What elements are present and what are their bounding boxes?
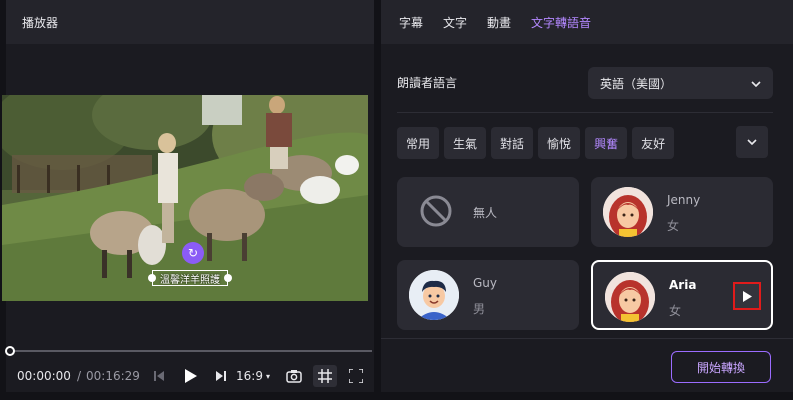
jenny-avatar bbox=[603, 187, 653, 237]
aspect-ratio-value: 16:9 bbox=[236, 369, 263, 383]
player-controls: 00:00:00 / 00:16:29 16:9 ▾ bbox=[6, 362, 374, 390]
chip-cheerful[interactable]: 愉悅 bbox=[538, 127, 581, 159]
caption-text: 溫馨洋羊照護 bbox=[160, 274, 220, 286]
previous-frame-icon[interactable] bbox=[152, 367, 166, 385]
chip-common[interactable]: 常用 bbox=[397, 127, 440, 159]
chevron-down-icon: ▾ bbox=[265, 371, 270, 381]
mood-filter-chips: 常用 生氣 對話 愉悅 興奮 友好 bbox=[397, 127, 675, 159]
aspect-ratio-dropdown[interactable]: 16:9 ▾ bbox=[234, 367, 272, 385]
voice-card-aria[interactable]: Aria 女 bbox=[591, 260, 773, 330]
voice-name: Guy bbox=[473, 276, 498, 290]
next-frame-icon[interactable] bbox=[214, 367, 228, 385]
chip-excited[interactable]: 興奮 bbox=[585, 127, 628, 159]
chevron-down-icon bbox=[751, 76, 761, 90]
guy-avatar bbox=[409, 270, 459, 320]
caption-text-box[interactable]: 溫馨洋羊照護 bbox=[148, 270, 232, 286]
caption-handle-left[interactable] bbox=[148, 274, 156, 282]
timeline-track[interactable] bbox=[5, 346, 372, 356]
rotate-icon[interactable]: ↻ bbox=[182, 242, 204, 264]
voice-card-guy[interactable]: Guy 男 bbox=[397, 260, 579, 330]
expand-chips-button[interactable] bbox=[736, 126, 768, 158]
chip-friendly[interactable]: 友好 bbox=[632, 127, 675, 159]
narrator-language-select[interactable]: 英語（美國） bbox=[588, 67, 773, 99]
chip-conversation[interactable]: 對話 bbox=[491, 127, 534, 159]
player-title: 播放器 bbox=[22, 15, 59, 30]
narrator-language-value: 英語（美國） bbox=[600, 76, 673, 91]
tab-text[interactable]: 文字 bbox=[443, 14, 467, 31]
play-icon[interactable] bbox=[183, 367, 199, 385]
total-time: 00:16:29 bbox=[86, 369, 140, 383]
narrator-language-label: 朗讀者語言 bbox=[397, 76, 458, 90]
voice-gender: 女 bbox=[667, 219, 680, 233]
preview-voice-play-button[interactable] bbox=[733, 282, 761, 310]
text-to-speech-panel: 字幕 文字 動畫 文字轉語音 朗讀者語言 英語（美國） 常用 生氣 對話 愉悅 … bbox=[381, 0, 793, 392]
start-conversion-button[interactable]: 開始轉換 bbox=[671, 351, 771, 383]
tab-text-to-speech[interactable]: 文字轉語音 bbox=[531, 14, 591, 31]
voice-none-label: 無人 bbox=[473, 206, 498, 220]
no-voice-icon bbox=[419, 194, 453, 232]
tab-animation[interactable]: 動畫 bbox=[487, 14, 511, 31]
voice-gender: 女 bbox=[669, 304, 682, 318]
divider bbox=[397, 112, 773, 113]
chevron-down-icon bbox=[747, 139, 757, 145]
caption-handle-right[interactable] bbox=[224, 274, 232, 282]
chip-angry[interactable]: 生氣 bbox=[444, 127, 487, 159]
snapshot-camera-icon[interactable] bbox=[285, 367, 303, 385]
voice-card-jenny[interactable]: Jenny 女 bbox=[591, 177, 773, 247]
fullscreen-icon[interactable] bbox=[347, 367, 365, 385]
timeline-scrubber[interactable] bbox=[5, 346, 15, 356]
time-separator: / bbox=[77, 369, 82, 383]
voice-card-none[interactable]: 無人 bbox=[397, 177, 579, 247]
tab-bar: 字幕 文字 動畫 文字轉語音 bbox=[381, 0, 793, 44]
voice-name: Aria bbox=[669, 278, 697, 292]
current-time: 00:00:00 bbox=[17, 369, 71, 383]
tab-subtitle[interactable]: 字幕 bbox=[399, 14, 423, 31]
grid-icon[interactable] bbox=[313, 365, 337, 387]
voice-gender: 男 bbox=[473, 302, 486, 316]
voice-name: Jenny bbox=[667, 193, 701, 207]
player-header: 播放器 bbox=[6, 0, 374, 44]
aria-avatar bbox=[605, 272, 655, 322]
play-icon bbox=[742, 290, 752, 302]
